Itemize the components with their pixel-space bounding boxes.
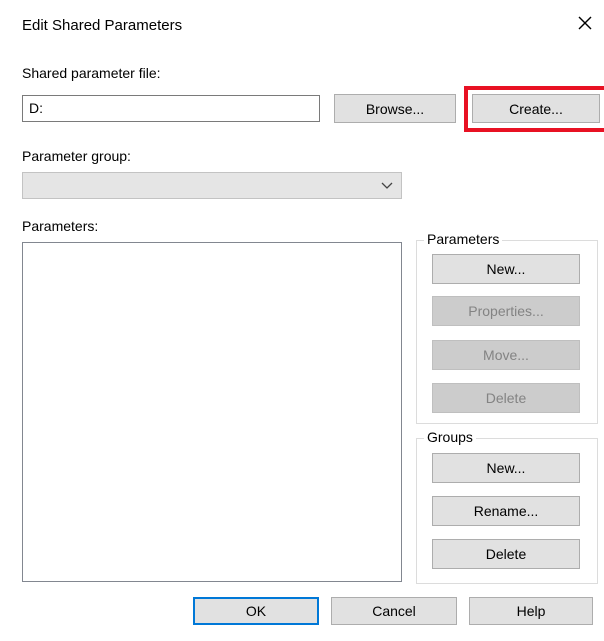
- parameters-groupbox-legend: Parameters: [424, 230, 503, 248]
- parameter-group-label: Parameter group:: [22, 148, 131, 164]
- parameter-group-dropdown[interactable]: [22, 172, 402, 199]
- parameter-new-button[interactable]: New...: [432, 254, 580, 284]
- cancel-button[interactable]: Cancel: [331, 597, 457, 625]
- create-button[interactable]: Create...: [472, 94, 600, 123]
- group-delete-button[interactable]: Delete: [432, 539, 580, 569]
- dialog-title: Edit Shared Parameters: [22, 17, 183, 34]
- ok-button[interactable]: OK: [193, 597, 319, 625]
- parameter-properties-button[interactable]: Properties...: [432, 296, 580, 326]
- groups-groupbox-legend: Groups: [424, 428, 476, 446]
- close-icon: [578, 16, 592, 30]
- shared-file-path-input[interactable]: D:: [22, 95, 320, 122]
- group-rename-button[interactable]: Rename...: [432, 496, 580, 526]
- browse-button[interactable]: Browse...: [334, 94, 456, 123]
- parameter-delete-button[interactable]: Delete: [432, 383, 580, 413]
- parameters-list-label: Parameters:: [22, 218, 99, 234]
- parameters-listbox[interactable]: [22, 242, 402, 582]
- parameter-move-button[interactable]: Move...: [432, 340, 580, 370]
- group-new-button[interactable]: New...: [432, 453, 580, 483]
- help-button[interactable]: Help: [469, 597, 593, 625]
- chevron-down-icon: [381, 182, 393, 189]
- close-button[interactable]: [572, 10, 598, 36]
- shared-file-label: Shared parameter file:: [22, 65, 161, 81]
